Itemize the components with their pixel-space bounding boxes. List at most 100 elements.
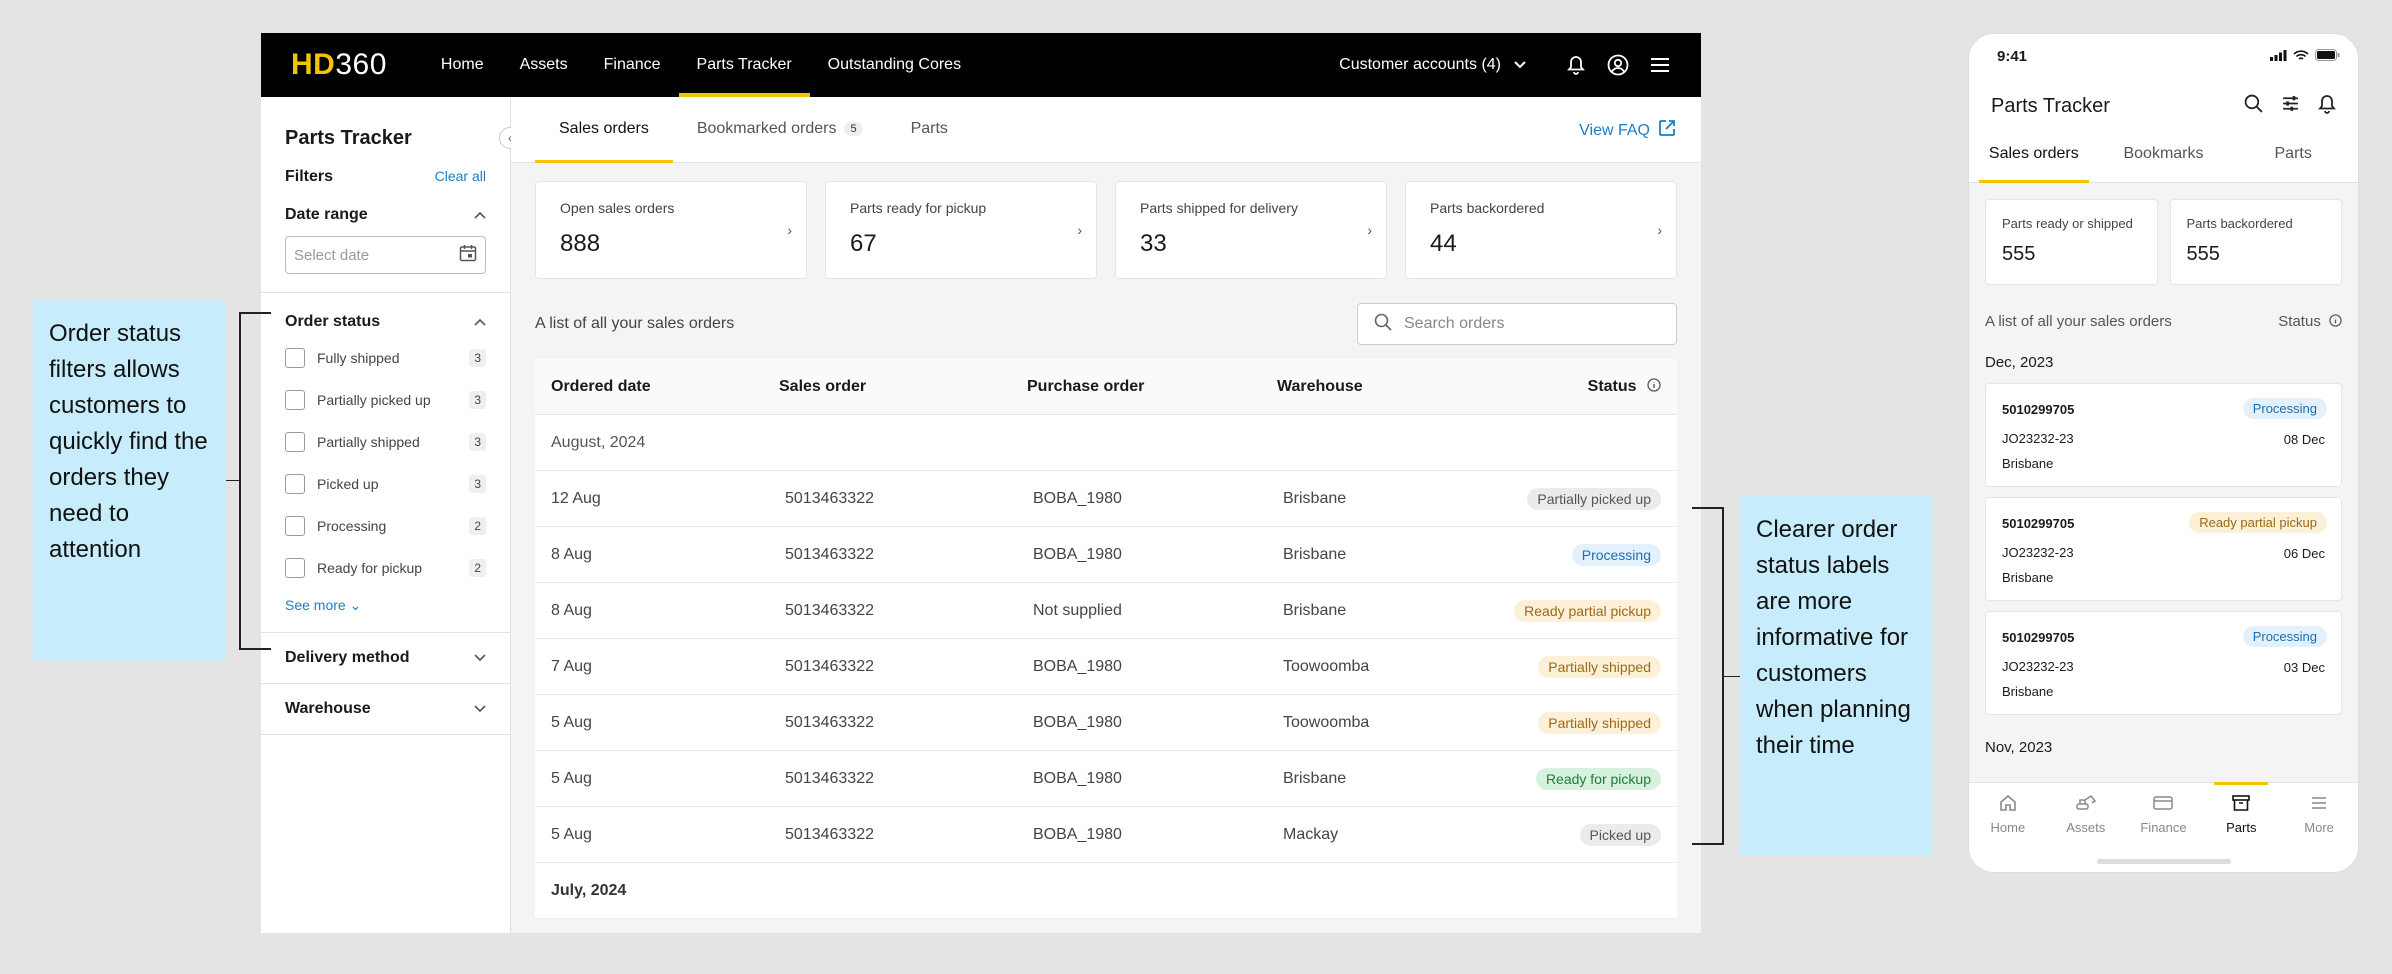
table-row[interactable]: 5 Aug 5013463322 BOBA_1980 Toowoomba Partial… <box>535 695 1677 751</box>
customer-accounts-dropdown[interactable]: Customer accounts (4) <box>1339 54 1531 76</box>
table-row[interactable]: 8 Aug 5013463322 Not supplied Brisbane Ready… <box>535 583 1677 639</box>
order-status-toggle[interactable]: Order status <box>285 313 486 331</box>
status-filter-count: 3 <box>469 391 486 409</box>
col-status[interactable]: Status <box>1477 378 1677 396</box>
nav-finance[interactable]: Finance <box>586 33 679 97</box>
wifi-icon <box>2293 48 2309 65</box>
main-content: Sales orders Bookmarked orders 5 Parts Vi… <box>511 97 1701 933</box>
tab-sales-orders[interactable]: Sales orders <box>1969 126 2099 183</box>
delivery-method-toggle[interactable]: Delivery method <box>285 633 486 683</box>
status-filter-count: 3 <box>469 433 486 451</box>
calendar-icon[interactable] <box>459 244 477 266</box>
external-link-icon <box>1658 119 1676 142</box>
phone-order-list: 5010299705 Processing JO23232-23 08 Dec Bris… <box>1969 383 2358 715</box>
status-filter-processing[interactable]: Processing 2 <box>285 505 486 547</box>
bottom-nav-label: Parts <box>2226 820 2257 835</box>
cell-purchase-order: BOBA_1980 <box>1033 545 1122 563</box>
card-parts-backordered[interactable]: Parts backordered 555 <box>2169 199 2342 285</box>
cell-purchase-order: Not supplied <box>1033 601 1122 619</box>
tab-bookmarks[interactable]: Bookmarks <box>2099 126 2229 182</box>
checkbox[interactable] <box>285 516 305 536</box>
nav-parts-tracker[interactable]: Parts Tracker <box>678 33 810 97</box>
status-filter-ready-for-pickup[interactable]: Ready for pickup 2 <box>285 547 486 589</box>
see-more-link[interactable]: See more ⌄ <box>285 597 486 614</box>
search-icon[interactable] <box>2244 94 2263 119</box>
col-warehouse[interactable]: Warehouse <box>1277 378 1477 396</box>
card-parts-backordered[interactable]: Parts backordered 44 › <box>1405 181 1677 279</box>
date-placeholder: Select date <box>294 246 370 264</box>
order-warehouse: Brisbane <box>2002 570 2054 585</box>
cell-warehouse: Brisbane <box>1283 601 1347 619</box>
bottom-nav-label: Finance <box>2140 820 2187 835</box>
logo[interactable]: HD360 <box>291 48 387 82</box>
col-sales-order[interactable]: Sales order <box>779 378 1027 396</box>
warehouse-toggle[interactable]: Warehouse <box>285 684 486 734</box>
status-filter-label: Ready for pickup <box>317 560 423 576</box>
checkbox[interactable] <box>285 558 305 578</box>
card-parts-shipped[interactable]: Parts shipped for delivery 33 › <box>1115 181 1387 279</box>
view-faq-label: View FAQ <box>1579 121 1650 139</box>
bottom-nav-more[interactable]: More <box>2280 783 2358 872</box>
nav-home[interactable]: Home <box>423 33 502 97</box>
status-badge: Picked up <box>1579 823 1661 846</box>
order-date: 06 Dec <box>2283 546 2325 561</box>
status-filter-partially-picked-up[interactable]: Partially picked up 3 <box>285 379 486 421</box>
status-filter-fully-shipped[interactable]: Fully shipped 3 <box>285 337 486 379</box>
col-ordered-date[interactable]: Ordered date <box>535 378 779 396</box>
chevron-right-icon: › <box>1077 222 1082 238</box>
info-icon[interactable] <box>1641 377 1661 395</box>
chevron-right-icon: › <box>787 222 792 238</box>
table-row[interactable]: 7 Aug 5013463322 BOBA_1980 Toowoomba Partial… <box>535 639 1677 695</box>
card-value: 555 <box>2002 243 2036 265</box>
tab-parts[interactable]: Parts <box>2228 126 2358 182</box>
table-row[interactable]: 12 Aug 5013463322 BOBA_1980 Brisbane Partial… <box>535 471 1677 527</box>
card-parts-ready-for-pickup[interactable]: Parts ready for pickup 67 › <box>825 181 1097 279</box>
nav-assets[interactable]: Assets <box>502 33 586 97</box>
annotation-connector <box>226 480 240 481</box>
tab-sales-orders[interactable]: Sales orders <box>535 96 673 163</box>
checkbox[interactable] <box>285 432 305 452</box>
checkbox[interactable] <box>285 390 305 410</box>
order-card[interactable]: 5010299705 Processing JO23232-23 03 Dec Bris… <box>1985 611 2342 715</box>
menu-icon[interactable] <box>1649 54 1671 76</box>
customer-accounts-label: Customer accounts (4) <box>1339 56 1501 73</box>
order-status-heading: Order status <box>285 313 381 330</box>
view-faq-link[interactable]: View FAQ <box>1579 119 1676 142</box>
bottom-nav-home[interactable]: Home <box>1969 783 2047 872</box>
tab-parts[interactable]: Parts <box>887 96 972 162</box>
date-range-input[interactable]: Select date <box>285 236 486 274</box>
card-parts-ready-or-shipped[interactable]: Parts ready or shipped 555 <box>1985 199 2158 285</box>
col-purchase-order[interactable]: Purchase order <box>1027 378 1277 396</box>
bell-icon[interactable] <box>1565 54 1587 76</box>
bell-icon[interactable] <box>2318 94 2336 119</box>
month-header: Dec, 2023 <box>1985 354 2054 371</box>
chevron-down-icon <box>1509 54 1531 76</box>
status-filter-picked-up[interactable]: Picked up 3 <box>285 463 486 505</box>
status-filter-partially-shipped[interactable]: Partially shipped 3 <box>285 421 486 463</box>
search-input[interactable]: Search orders <box>1357 303 1677 345</box>
checkbox[interactable] <box>285 348 305 368</box>
card-label: Parts backordered <box>1430 200 1545 216</box>
card-label: Parts ready or shipped <box>2002 216 2133 231</box>
filter-sliders-icon[interactable] <box>2281 94 2300 119</box>
table-row[interactable]: 8 Aug 5013463322 BOBA_1980 Brisbane Processi… <box>535 527 1677 583</box>
table-row[interactable]: 5 Aug 5013463322 BOBA_1980 Brisbane Ready fo… <box>535 751 1677 807</box>
date-range-toggle[interactable]: Date range <box>285 206 486 224</box>
chevron-right-icon: › <box>1657 222 1662 238</box>
nav-outstanding-cores[interactable]: Outstanding Cores <box>810 33 979 97</box>
status-info-button[interactable]: Status <box>2278 313 2342 330</box>
order-warehouse: Brisbane <box>2002 456 2054 471</box>
card-open-sales-orders[interactable]: Open sales orders 888 › <box>535 181 807 279</box>
order-card[interactable]: 5010299705 Processing JO23232-23 08 Dec Bris… <box>1985 383 2342 487</box>
table-row[interactable]: 5 Aug 5013463322 BOBA_1980 Mackay Picked up <box>535 807 1677 863</box>
group-header: July, 2024 <box>535 863 1677 919</box>
summary-cards: Open sales orders 888 › Parts ready for pi… <box>511 163 1701 279</box>
user-icon[interactable] <box>1607 54 1629 76</box>
cell-ordered-date: 8 Aug <box>551 545 592 563</box>
checkbox[interactable] <box>285 474 305 494</box>
tab-bookmarked-orders[interactable]: Bookmarked orders 5 <box>673 96 887 162</box>
status-badge: Ready partial pickup <box>1514 599 1661 622</box>
clear-all-link[interactable]: Clear all <box>435 168 486 186</box>
cell-warehouse: Toowoomba <box>1283 713 1370 731</box>
order-card[interactable]: 5010299705 Ready partial pickup JO23232-23… <box>1985 497 2342 601</box>
